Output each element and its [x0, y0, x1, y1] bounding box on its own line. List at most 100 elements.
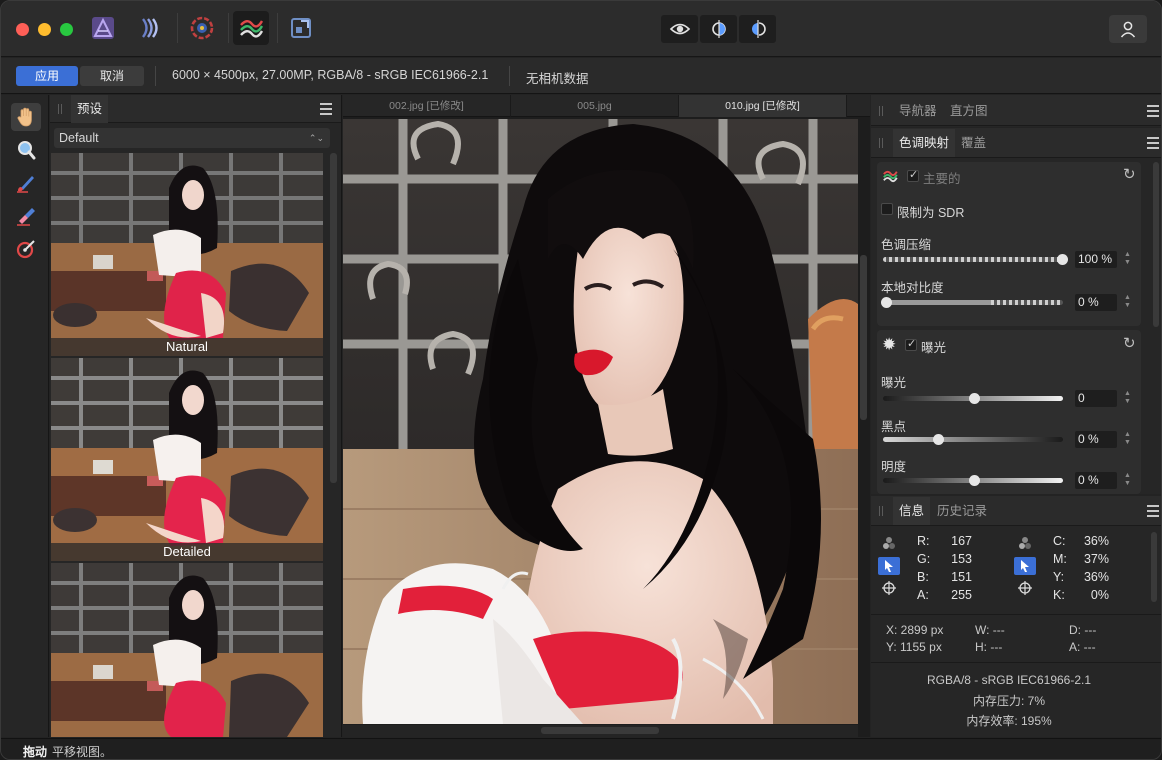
mirror-view-button[interactable] — [739, 15, 776, 43]
panel-grip[interactable] — [879, 506, 883, 516]
panel-grip[interactable] — [879, 106, 883, 116]
zoom-tool[interactable] — [11, 136, 41, 164]
tab-document-010[interactable]: 010.jpg [已修改] — [679, 95, 847, 117]
erase-brush-tool[interactable] — [11, 202, 41, 230]
channel-label: K: — [1053, 588, 1065, 602]
liquify-persona-button[interactable] — [133, 11, 169, 45]
adjustments-scrollbar[interactable] — [1153, 162, 1159, 327]
tone-map-panel-header: 色调映射 覆盖 — [871, 128, 1161, 158]
eraser-icon — [17, 208, 35, 226]
document-tabs: 002.jpg [已修改] 005.jpg 010.jpg [已修改] — [343, 95, 870, 117]
crosshair-icon — [1018, 581, 1032, 595]
angle: A: --- — [1069, 640, 1096, 654]
gradient-tool[interactable] — [11, 235, 41, 263]
preset-thumbnail-3[interactable] — [51, 563, 323, 737]
brightness-value[interactable]: 0 % — [1075, 472, 1117, 489]
cancel-button[interactable]: 取消 — [80, 66, 144, 86]
tab-presets[interactable]: 预设 — [71, 95, 109, 123]
brightness-slider[interactable] — [883, 475, 1063, 486]
preset-thumbnail-detailed[interactable]: Detailed — [51, 358, 323, 561]
presets-menu-icon[interactable] — [320, 103, 332, 115]
tab-tone-map[interactable]: 色调映射 — [893, 129, 956, 157]
tone-compression-stepper[interactable]: ▲ ▼ — [1123, 251, 1132, 268]
panel-grip[interactable] — [879, 138, 883, 148]
image-canvas[interactable] — [343, 119, 858, 724]
tone-map-enabled-checkbox[interactable] — [907, 168, 919, 182]
canvas-horizontal-scrollbar[interactable] — [541, 727, 659, 734]
image-info: 6000 × 4500px, 27.00MP, RGBA/8 - sRGB IE… — [172, 68, 489, 82]
exposure-value[interactable]: 0 — [1075, 390, 1117, 407]
close-window-button[interactable] — [16, 23, 29, 36]
preset-thumbnail-natural[interactable]: Natural — [51, 153, 323, 356]
local-contrast-knob[interactable] — [881, 297, 892, 308]
channel-label: G: — [917, 552, 931, 566]
brightness-knob[interactable] — [969, 475, 980, 486]
channel-label: R: — [917, 534, 930, 548]
apply-button[interactable]: 应用 — [16, 66, 78, 86]
brightness-stepper[interactable]: ▲ ▼ — [1123, 472, 1132, 489]
title-bar — [1, 1, 1161, 57]
tone-compression-slider[interactable] — [883, 254, 1068, 265]
tab-histogram[interactable]: 直方图 — [944, 97, 994, 125]
tone-map-panel: 色调映射 覆盖 主要的 ↻ 限制为 SDR 色调压缩 100 % ▲▼ 本地对比… — [871, 128, 1161, 494]
presets-scrollbar[interactable] — [330, 153, 337, 483]
crosshair-sample-icon[interactable] — [878, 579, 900, 597]
limit-sdr-checkbox[interactable] — [881, 203, 893, 215]
export-persona-button[interactable] — [283, 11, 319, 45]
develop-persona-button[interactable] — [184, 11, 220, 45]
pointer-sample-icon-2[interactable] — [1014, 557, 1036, 575]
split-view-button[interactable] — [700, 15, 737, 43]
canvas-vertical-scrollbar[interactable] — [860, 255, 867, 420]
color-mode-icon[interactable] — [878, 534, 900, 552]
local-contrast-stepper[interactable]: ▲ ▼ — [1123, 294, 1132, 311]
preset-category-select[interactable]: Default ⌃⌄ — [54, 128, 330, 148]
local-contrast-label: 本地对比度 — [881, 281, 944, 295]
develop-persona-icon — [190, 16, 214, 40]
tone-mapping-persona-button[interactable] — [233, 11, 269, 45]
pointer-sample-icon[interactable] — [878, 557, 900, 575]
tab-document-005[interactable]: 005.jpg — [511, 95, 679, 117]
tone-compression-value[interactable]: 100 % — [1075, 251, 1117, 268]
info-scrollbar[interactable] — [1151, 532, 1157, 602]
blackpoint-value[interactable]: 0 % — [1075, 431, 1117, 448]
info-menu-icon[interactable] — [1147, 505, 1159, 517]
brush-tool[interactable] — [11, 169, 41, 197]
exposure-knob[interactable] — [969, 393, 980, 404]
tab-info[interactable]: 信息 — [893, 497, 931, 525]
crosshair-sample-icon-2[interactable] — [1014, 579, 1036, 597]
reset-icon[interactable]: ↻ — [1123, 165, 1136, 183]
tone-map-menu-icon[interactable] — [1147, 137, 1159, 149]
account-button[interactable] — [1109, 15, 1147, 43]
view-tool[interactable] — [11, 103, 41, 131]
exposure-slider[interactable] — [883, 393, 1063, 404]
minimize-window-button[interactable] — [38, 23, 51, 36]
tone-compression-knob[interactable] — [1057, 254, 1068, 265]
tab-overlays[interactable]: 覆盖 — [955, 129, 992, 157]
exposure-stepper[interactable]: ▲ ▼ — [1123, 390, 1132, 407]
color-mode-icon-2[interactable] — [1014, 534, 1036, 552]
local-contrast-value[interactable]: 0 % — [1075, 294, 1117, 311]
blackpoint-stepper[interactable]: ▲ ▼ — [1123, 431, 1132, 448]
zoom-window-button[interactable] — [60, 23, 73, 36]
blackpoint-knob[interactable] — [933, 434, 944, 445]
reset-icon[interactable]: ↻ — [1123, 334, 1136, 352]
magnifier-icon — [18, 141, 36, 160]
preset-label: Detailed — [51, 543, 323, 561]
limit-sdr-label: 限制为 SDR — [897, 206, 965, 220]
tab-document-002[interactable]: 002.jpg [已修改] — [343, 95, 511, 117]
navigator-menu-icon[interactable] — [1147, 105, 1159, 117]
local-contrast-slider[interactable] — [881, 297, 1063, 308]
single-view-button[interactable] — [661, 15, 698, 43]
context-toolbar: 应用 取消 6000 × 4500px, 27.00MP, RGBA/8 - s… — [1, 58, 1161, 94]
blackpoint-slider[interactable] — [883, 434, 1063, 445]
panel-grip[interactable] — [58, 104, 62, 114]
tab-navigator[interactable]: 导航器 — [893, 97, 943, 125]
tab-history[interactable]: 历史记录 — [931, 497, 993, 525]
user-icon — [1120, 21, 1136, 38]
channels-icon — [883, 537, 895, 549]
exposure-enabled-checkbox[interactable] — [905, 337, 917, 351]
mirror-view-icon — [751, 20, 766, 38]
memory-efficiency: 内存效率: 195% — [966, 714, 1052, 728]
photo-persona-button[interactable] — [85, 11, 121, 45]
tone-map-section: 主要的 ↻ 限制为 SDR 色调压缩 100 % ▲▼ 本地对比度 0 % ▲▼ — [877, 162, 1141, 326]
